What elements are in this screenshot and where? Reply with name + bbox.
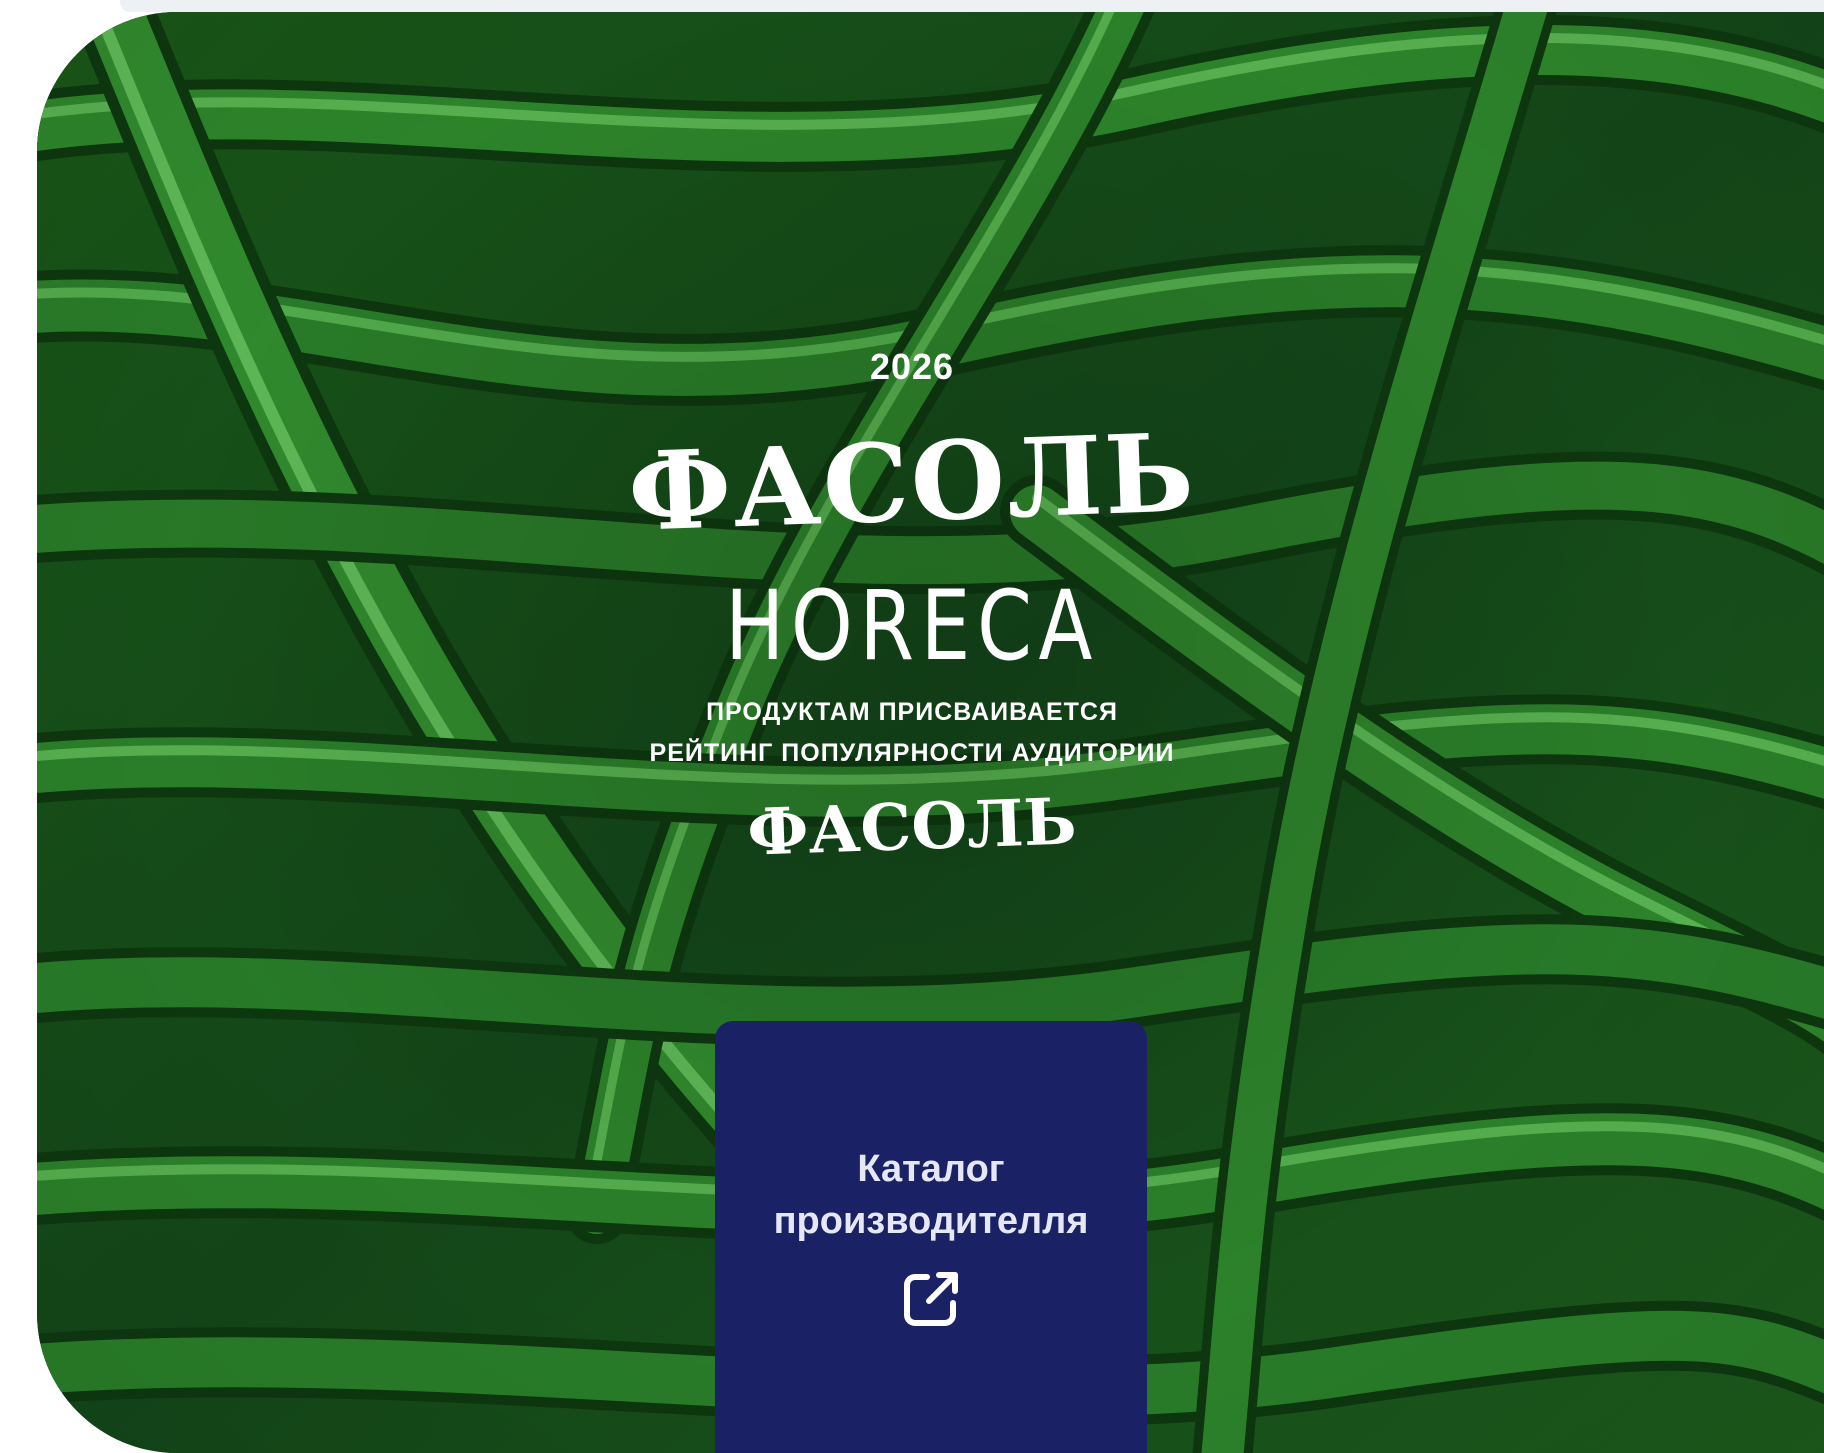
year-label: 2026 xyxy=(869,346,955,387)
catalog-label-line-1: Каталог xyxy=(857,1148,1005,1190)
category-title: HORECA xyxy=(725,570,1099,682)
catalog-label-line-2: производителля xyxy=(773,1200,1089,1242)
external-link-icon xyxy=(904,1272,958,1326)
subtitle-line-1: ПРОДУКТАМ ПРИСВАИВАЕТСЯ xyxy=(706,698,1118,726)
top-strip xyxy=(120,0,1824,12)
rating-subtitle: ПРОДУКТАМ ПРИСВАИВАЕТСЯ РЕЙТИНГ ПОПУЛЯРН… xyxy=(0,692,1824,774)
catalog-button[interactable]: Каталог производителля xyxy=(715,1021,1147,1453)
catalog-label: Каталог производителля xyxy=(751,1143,1111,1247)
